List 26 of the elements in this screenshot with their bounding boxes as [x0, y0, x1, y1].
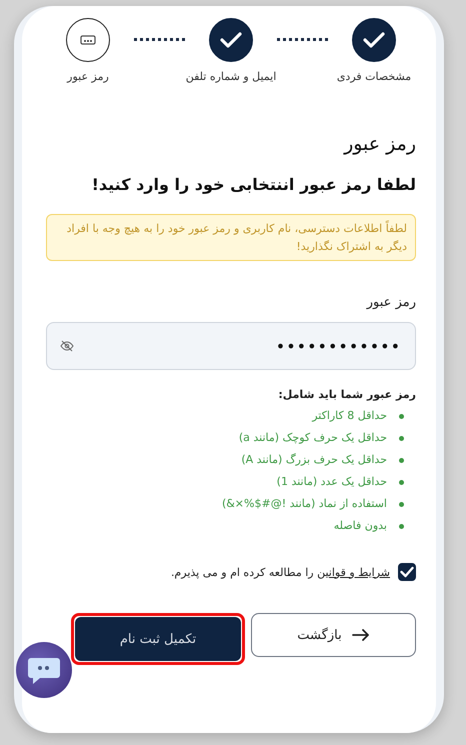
arrow-icon [352, 629, 370, 642]
warning-notice: لطفاً اطلاعات دسترسی، نام کاربری و رمز عبور خود را به هیچ وجه با افراد دیگر به اشتراک نگذارید! [46, 214, 416, 262]
terms-link[interactable]: شرایط و قوانین [317, 566, 390, 579]
requirement-item: حداقل 8 کاراکتر [312, 408, 387, 424]
check-icon [220, 31, 242, 49]
terms-checkbox[interactable] [398, 563, 416, 582]
requirement-item: حداقل یک حرف کوچک (مانند a) [238, 430, 387, 446]
field-label: رمز عبور [365, 295, 416, 310]
step-label: ایمیل و شماره تلفن [186, 70, 276, 83]
check-icon [363, 31, 385, 49]
requirement-item: حداقل یک حرف بزرگ (مانند A) [241, 452, 387, 468]
step-label: مشخصات فردی [336, 70, 412, 83]
back-button[interactable]: بازگشت [251, 613, 416, 658]
requirement-item: استفاده از نماد (مانند !@#$%×&) [222, 496, 387, 512]
terms-text: شرایط و قوانین را مطالعه کرده ام و می پذیرم. [170, 566, 390, 579]
submit-button[interactable]: تکمیل ثبت نام [75, 617, 241, 662]
password-field[interactable]: •••••••••••• [46, 322, 416, 370]
requirement-item: حداقل یک عدد (مانند 1) [276, 474, 387, 490]
requirement-item: بدون فاصله [334, 518, 387, 534]
chat-icon [27, 655, 61, 685]
page-title: رمز عبور [342, 133, 416, 155]
password-icon [80, 35, 96, 45]
step-label: رمز عبور [67, 70, 109, 83]
hidden-eye-icon[interactable] [60, 340, 74, 352]
requirements-heading: رمز عبور شما باید شامل: [277, 388, 416, 402]
subtitle: لطفا رمز عبور اننتخابی خود را وارد کنید! [90, 175, 416, 194]
